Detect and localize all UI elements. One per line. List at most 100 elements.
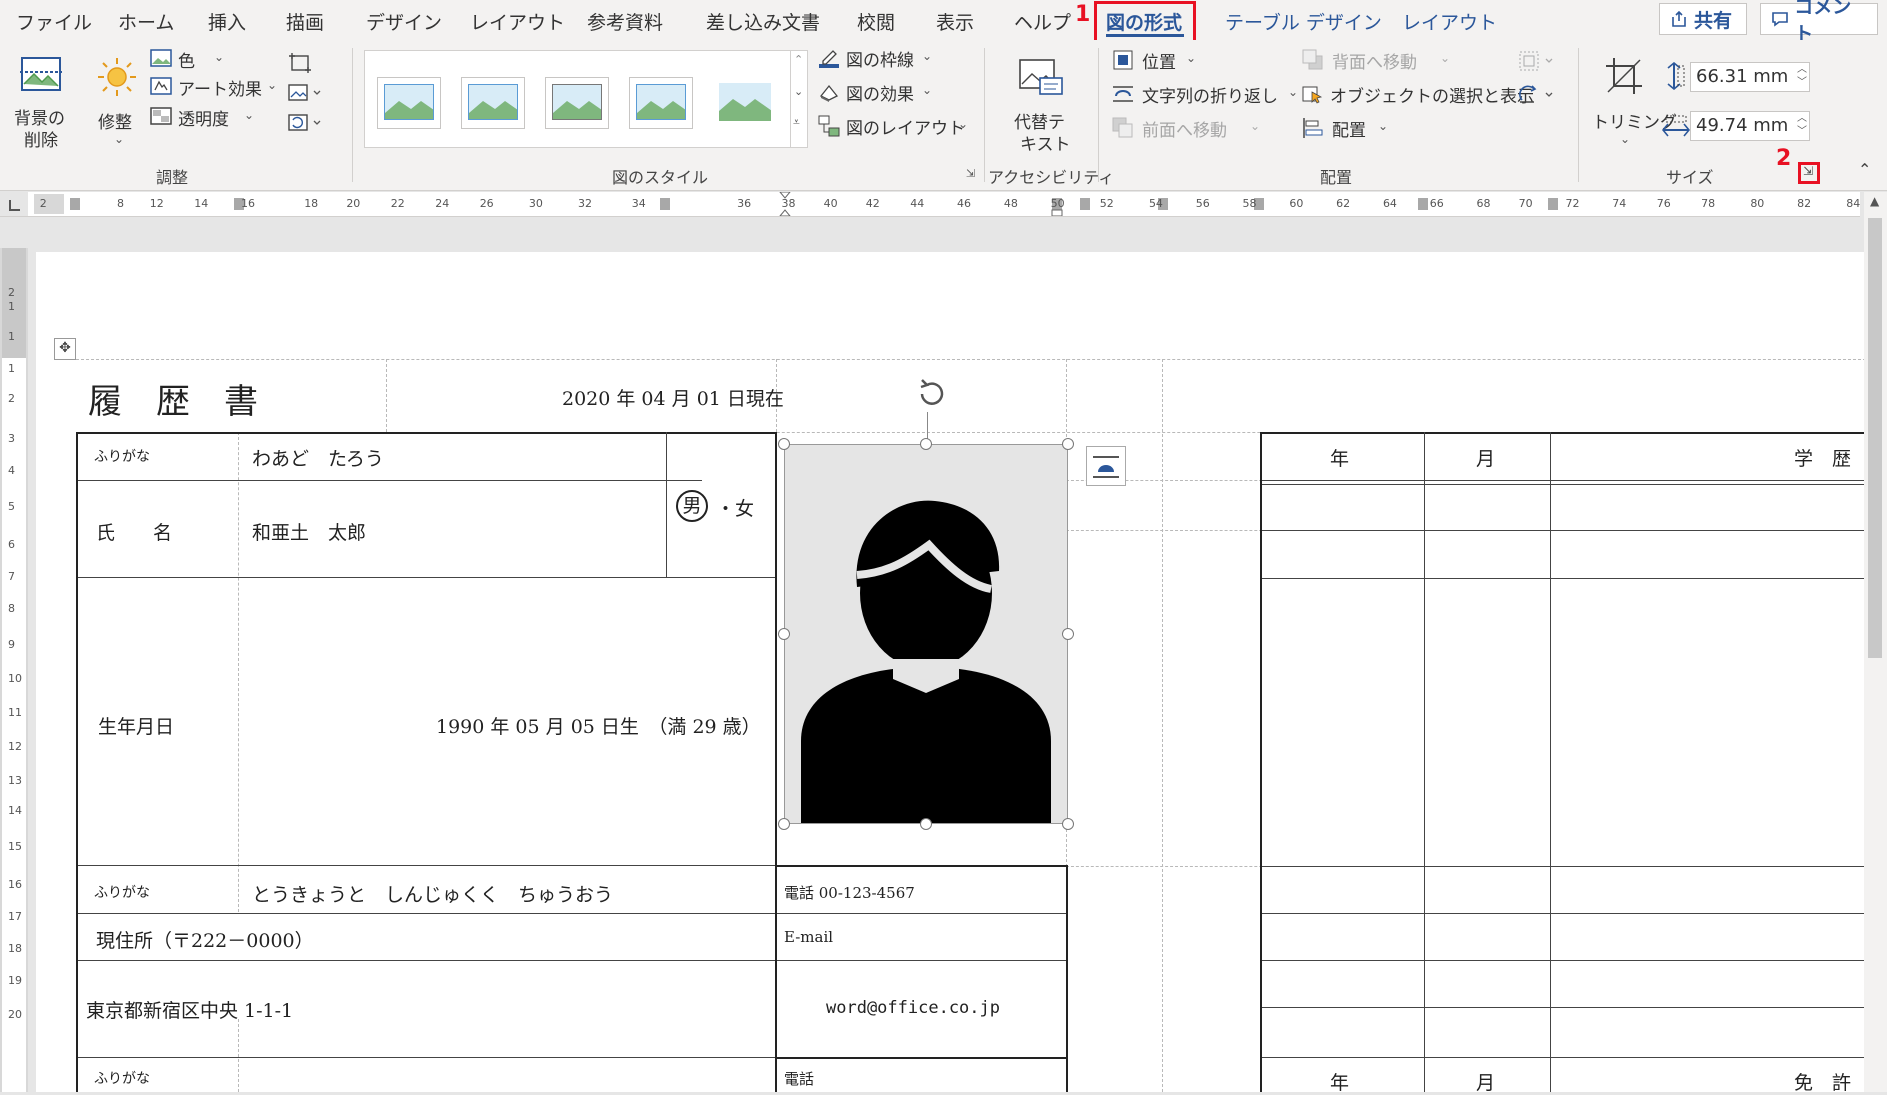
selection-pane-button[interactable]: オブジェクトの選択と表示: [1302, 80, 1534, 108]
picture-style-4[interactable]: [629, 77, 693, 129]
remove-background-button[interactable]: 背景の 削除: [6, 46, 76, 154]
ruler-tick-label: 48: [1003, 197, 1018, 210]
tab-help[interactable]: ヘルプ: [1014, 8, 1071, 35]
resize-handle-s[interactable]: [920, 818, 932, 830]
spin-down-icon[interactable]: ﹀: [1797, 77, 1807, 88]
share-button[interactable]: 共有: [1659, 3, 1747, 35]
gender-male-circled[interactable]: 男: [676, 490, 708, 522]
layout-options-button[interactable]: [1086, 446, 1126, 486]
spin-up-icon[interactable]: ︿: [1797, 113, 1807, 124]
ruler-tick-label: 12: [149, 197, 164, 210]
ruler-tick-label: 46: [957, 197, 972, 210]
profile-photo[interactable]: [784, 444, 1068, 824]
rotate-handle-icon[interactable]: [910, 374, 950, 414]
tab-file[interactable]: ファイル: [16, 8, 92, 35]
tab-insert[interactable]: 挿入: [208, 8, 246, 35]
position-label: 位置: [1142, 53, 1176, 73]
art-effects-button[interactable]: アート効果 ⌄: [150, 74, 310, 102]
tab-review[interactable]: 校閲: [857, 8, 895, 35]
reset-picture-icon[interactable]: [288, 112, 322, 134]
ruler-tick-label: 72: [1565, 197, 1580, 210]
bring-forward-button[interactable]: 前面へ移動 ⌄: [1112, 114, 1262, 142]
tab-layout[interactable]: レイアウト: [470, 8, 565, 35]
furigana-label-2: ふりがな: [94, 1071, 150, 1087]
tab-mailings[interactable]: 差し込み文書: [706, 8, 820, 35]
gender-female[interactable]: ・女: [716, 494, 754, 521]
document-page[interactable]: ✥ 履 歴 書 2020 年 04 月 01 日現在 ふりがな わあど たろう …: [36, 252, 1866, 1094]
send-backward-button[interactable]: 背面へ移動 ⌄: [1302, 46, 1452, 74]
table-move-handle-icon[interactable]: ✥: [54, 338, 76, 360]
vruler-tick-label: 8: [8, 602, 15, 615]
send-backward-label: 背面へ移動: [1332, 53, 1417, 73]
tab-table-layout[interactable]: レイアウト: [1402, 8, 1497, 35]
resize-handle-ne[interactable]: [1062, 438, 1074, 450]
group-objects-icon[interactable]: [1518, 50, 1558, 72]
scroll-up-arrow-icon[interactable]: ▲: [1870, 194, 1879, 208]
resize-handle-n[interactable]: [920, 438, 932, 450]
tab-design[interactable]: デザイン: [366, 8, 442, 35]
spin-down-icon[interactable]: ﹀: [1797, 126, 1807, 137]
ruler-tick-label: 32: [577, 197, 592, 210]
rotate-icon[interactable]: [1518, 84, 1558, 106]
picture-style-2[interactable]: [461, 77, 525, 129]
resize-handle-w[interactable]: [778, 628, 790, 640]
ruler-tick-label: 64: [1382, 197, 1397, 210]
picture-style-1[interactable]: [377, 77, 441, 129]
corrections-button[interactable]: 修整 ⌄: [90, 46, 146, 154]
horizontal-ruler[interactable]: 2 8 12 14 16 18 20 22 24 26 30 32 34 36 38 40 42 44 46 48 50…: [0, 192, 1860, 217]
picture-border-button[interactable]: 図の枠線 ⌄: [818, 44, 978, 72]
picture-styles-gallery[interactable]: [364, 50, 792, 148]
scroll-up-icon[interactable]: ⌃: [794, 53, 803, 66]
vruler-tick-label: 1: [8, 330, 15, 343]
compress-pictures-icon[interactable]: [288, 52, 312, 74]
resize-handle-se[interactable]: [1062, 818, 1074, 830]
resize-handle-sw[interactable]: [778, 818, 790, 830]
ruler-tick-label: 34: [631, 197, 646, 210]
height-input[interactable]: 66.31 mm ︿ ﹀: [1690, 62, 1810, 92]
picture-style-3[interactable]: [545, 77, 609, 129]
color-button[interactable]: 色 ⌄: [150, 46, 310, 74]
step-1-label: 1: [1075, 2, 1091, 27]
vertical-scrollbar[interactable]: ▲: [1864, 192, 1887, 1092]
width-input[interactable]: 49.74 mm ︿ ﹀: [1690, 111, 1810, 141]
ruler-tick-label: 52: [1099, 197, 1114, 210]
resize-handle-e[interactable]: [1062, 628, 1074, 640]
tab-view[interactable]: 表示: [936, 8, 974, 35]
ruler-tick-label: 26: [479, 197, 494, 210]
size-dialog-launcher-icon[interactable]: ⇲: [1803, 164, 1813, 178]
spin-up-icon[interactable]: ︿: [1797, 64, 1807, 75]
furigana-value: わあど たろう: [252, 448, 384, 470]
alt-text-button[interactable]: 代替テ キスト: [1006, 46, 1078, 155]
address-furigana-label: ふりがな: [94, 885, 150, 901]
picture-style-5[interactable]: [713, 77, 777, 129]
tab-picture-format[interactable]: 図の形式: [1106, 8, 1182, 35]
comment-button[interactable]: コメント: [1760, 0, 1878, 45]
align-button[interactable]: 配置 ⌄: [1302, 114, 1412, 142]
gallery-more-icon[interactable]: ⩡: [793, 115, 800, 130]
chevron-down-icon: ⌄: [1288, 85, 1299, 99]
change-picture-icon[interactable]: [288, 82, 322, 104]
transparency-button[interactable]: 透明度 ⌄: [150, 104, 310, 132]
position-button[interactable]: 位置 ⌄: [1112, 46, 1222, 74]
vertical-ruler[interactable]: 2 1 1 1 2 3 4 5 6 7 8 9 10 11 12 13 14 15 16 17 18 19 20: [0, 248, 28, 1092]
collapse-ribbon-icon[interactable]: ⌃: [1858, 160, 1871, 179]
license-title-header: 免 許: [1794, 1072, 1852, 1094]
picture-layout-button[interactable]: 図のレイアウト ⌄: [818, 112, 978, 140]
dialog-launcher-icon[interactable]: ⇲: [966, 167, 975, 180]
picture-effects-button[interactable]: 図の効果 ⌄: [818, 78, 978, 106]
tab-draw[interactable]: 描画: [286, 8, 324, 35]
scrollbar-thumb[interactable]: [1868, 218, 1882, 658]
ruler-tick-label: 24: [435, 197, 450, 210]
tab-table-design[interactable]: テーブル デザイン: [1225, 8, 1382, 35]
transparency-label: 透明度: [178, 110, 229, 130]
scroll-down-icon[interactable]: ⌄: [794, 85, 803, 98]
tab-references[interactable]: 参考資料: [587, 8, 663, 35]
vruler-tick-label: 13: [8, 774, 22, 787]
tab-home[interactable]: ホーム: [118, 8, 174, 35]
resize-handle-nw[interactable]: [778, 438, 790, 450]
arrange-group-label: 配置: [1320, 168, 1353, 187]
crop-button[interactable]: トリミング ⌄: [1590, 46, 1677, 154]
chevron-down-icon: ⌄: [1378, 119, 1389, 133]
gallery-scroll[interactable]: ⌃ ⌄ ⩡: [790, 50, 808, 148]
wrap-text-button[interactable]: 文字列の折り返し ⌄: [1112, 80, 1298, 108]
